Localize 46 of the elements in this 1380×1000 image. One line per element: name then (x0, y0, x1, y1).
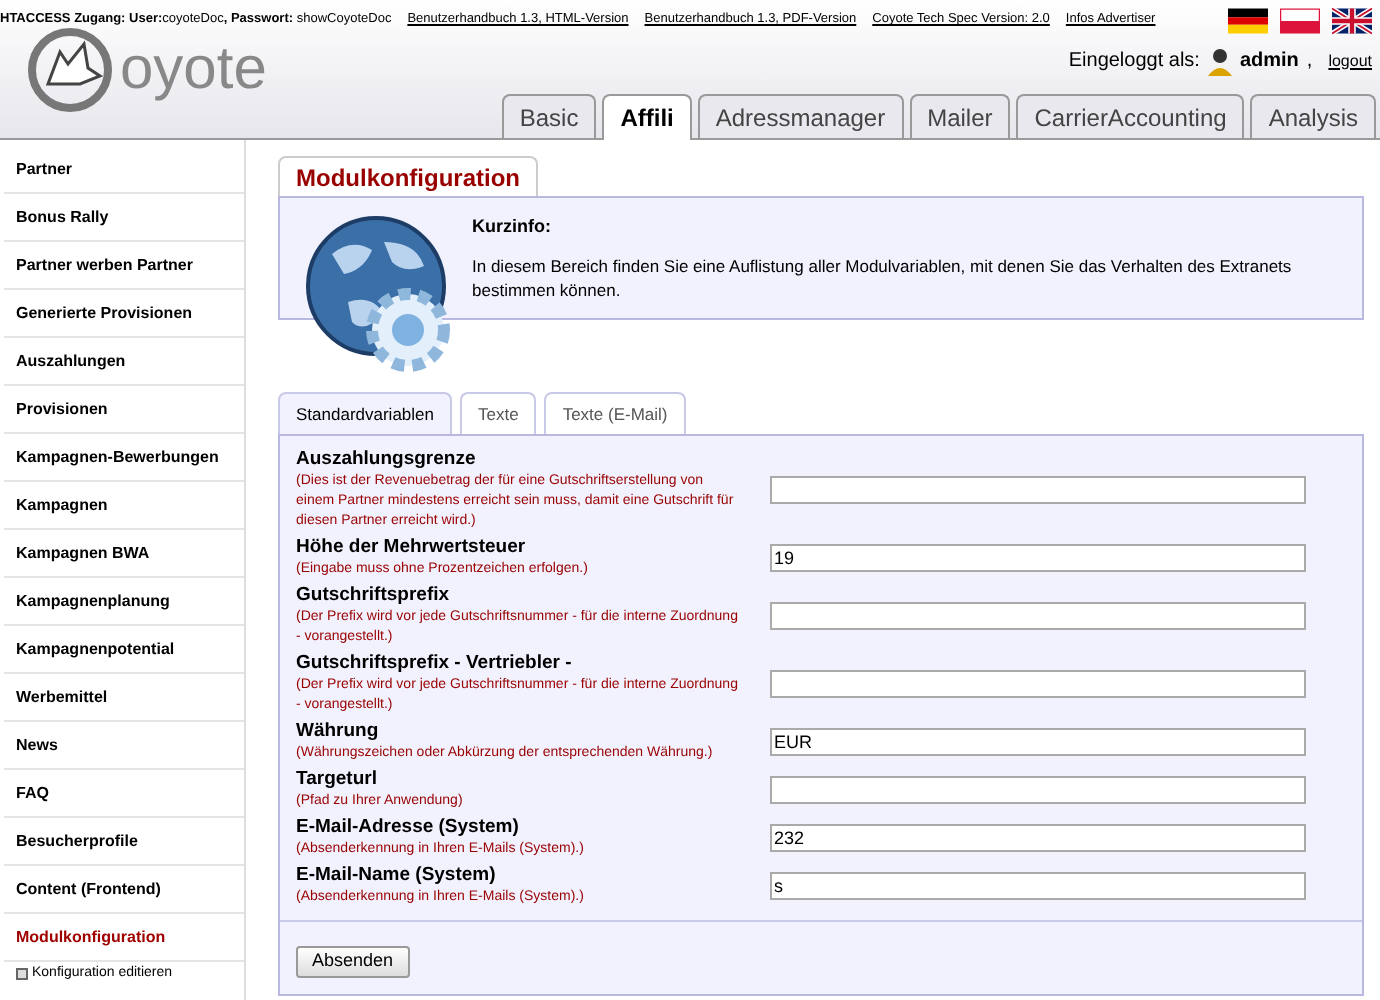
sidebar-item[interactable]: Auszahlungen (4, 338, 244, 386)
content-tab[interactable]: Texte (E-Mail) (544, 392, 686, 434)
field-label: E-Mail-Adresse (System) (296, 816, 521, 840)
field-label: Gutschriftsprefix (296, 584, 452, 608)
sidebar-item[interactable]: Kampagnen-Bewerbungen (4, 434, 244, 482)
input-field[interactable]: s (770, 872, 1306, 900)
sidebar-item[interactable]: FAQ (4, 770, 244, 818)
field-label: Währung (296, 720, 381, 744)
input-field[interactable]: 232 (770, 824, 1306, 852)
sidebar-item[interactable]: News (4, 722, 244, 770)
module-tab[interactable]: Basic (501, 94, 597, 138)
user-name: admin (1239, 48, 1299, 76)
input-field[interactable]: EUR (770, 728, 1306, 756)
sidebar-item[interactable]: Werbemittel (4, 674, 244, 722)
sidebar-item[interactable]: Kampagnenpotential (4, 626, 244, 674)
separator: , (1306, 48, 1313, 76)
field-label: Gutschriftsprefix - Vertriebler - (296, 652, 574, 676)
module-tab[interactable]: Mailer (909, 94, 1011, 138)
sidebar-item[interactable]: Content (Frontend) (4, 866, 244, 914)
sidebar-item[interactable]: Generierte Provisionen (4, 290, 244, 338)
sidebar-item[interactable]: Partner werben Partner (4, 242, 244, 290)
sidebar-item[interactable]: Besucherprofile (4, 818, 244, 866)
field-label: Höhe der Mehrwertsteuer (296, 536, 528, 560)
sidebar-item[interactable]: Kampagnen BWA (4, 530, 244, 578)
logout-link[interactable]: logout (1328, 49, 1372, 73)
field-label: E-Mail-Name (System) (296, 864, 498, 888)
field-label: Auszahlungsgrenze (296, 448, 478, 472)
info-text: In diesem Bereich finden Sie eine Auflistung aller Modulvariablen, mit denen Sie das Verhalten des Extranets bestimmen können. (472, 253, 1294, 301)
info-title: Kurzinfo: (472, 214, 553, 240)
module-tab[interactable]: Adressmanager (697, 94, 904, 138)
sidebar-item[interactable]: Bonus Rally (4, 194, 244, 242)
content-tab[interactable]: Standardvariablen (278, 392, 452, 436)
input-field[interactable]: 19 (770, 544, 1306, 572)
content-tab[interactable]: Texte (460, 392, 537, 434)
login-label: Eingeloggt als: (1068, 48, 1200, 76)
module-tab[interactable]: Affili (602, 94, 692, 140)
sidebar-item[interactable]: Kampagnen (4, 482, 244, 530)
field-label: Targeturl (296, 768, 379, 792)
module-tab[interactable]: CarrierAccounting (1016, 94, 1245, 138)
sidebar-item[interactable]: Partner (4, 146, 244, 194)
sidebar-item[interactable]: Provisionen (4, 386, 244, 434)
module-tab[interactable]: Analysis (1250, 94, 1376, 138)
sidebar-item[interactable]: Modulkonfiguration (4, 914, 244, 962)
logo-text: oyote (120, 40, 267, 100)
sidebar-item[interactable]: Kampagnenplanung (4, 578, 244, 626)
submit-button[interactable]: Absenden (296, 945, 410, 978)
